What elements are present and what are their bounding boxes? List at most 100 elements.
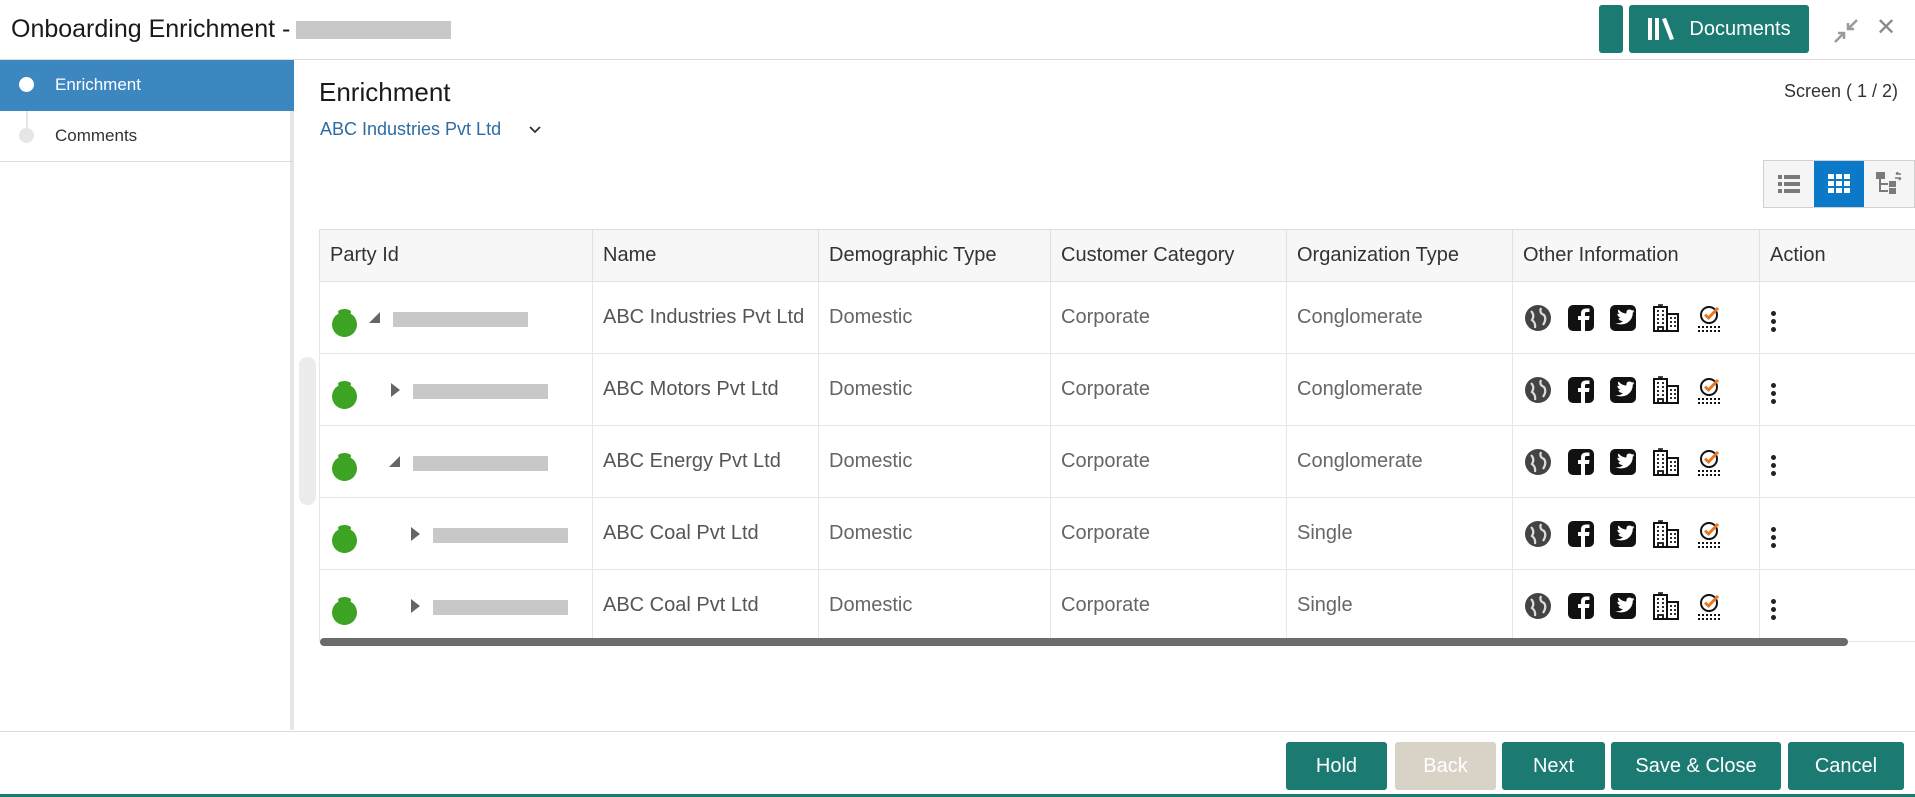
- customer-category-cell: Corporate: [1050, 569, 1287, 642]
- column-header-organization-type[interactable]: Organization Type: [1286, 229, 1513, 282]
- column-header-action[interactable]: Action: [1759, 229, 1915, 282]
- other-information-cell: [1512, 569, 1760, 642]
- twitter-icon[interactable]: [1609, 448, 1637, 476]
- column-header-other-information[interactable]: Other Information: [1512, 229, 1760, 282]
- horizontal-scrollbar[interactable]: [320, 638, 1848, 646]
- list-view-button[interactable]: [1764, 161, 1814, 207]
- kebab-menu-icon[interactable]: [1771, 596, 1779, 623]
- footer: Hold Back Next Save & Close Cancel: [0, 731, 1915, 797]
- kebab-menu-icon[interactable]: [1771, 524, 1779, 551]
- globe-icon[interactable]: [1523, 447, 1553, 477]
- kebab-menu-icon[interactable]: [1771, 380, 1779, 407]
- save-close-button[interactable]: Save & Close: [1611, 742, 1781, 790]
- globe-icon[interactable]: [1523, 519, 1553, 549]
- back-button[interactable]: Back: [1395, 742, 1496, 790]
- redacted-party-id: [393, 312, 528, 327]
- table-row[interactable]: ABC Motors Pvt Ltd Domestic Corporate Congl…: [319, 353, 1915, 426]
- customer-category-cell: Corporate: [1050, 281, 1287, 354]
- sidebar-collapse-handle[interactable]: [299, 357, 316, 505]
- minimize-icon[interactable]: [1833, 18, 1859, 44]
- twitter-icon[interactable]: [1609, 592, 1637, 620]
- close-icon[interactable]: ✕: [1876, 16, 1896, 40]
- status-badge: [332, 309, 357, 337]
- tree-expand-icon[interactable]: [388, 382, 402, 398]
- documents-label: Documents: [1689, 17, 1791, 40]
- checklist-icon[interactable]: [1695, 447, 1725, 477]
- facebook-icon[interactable]: [1567, 376, 1595, 404]
- sidebar-item-label: Comments: [55, 126, 138, 145]
- hold-button[interactable]: Hold: [1286, 742, 1387, 790]
- redacted-party-id: [433, 528, 568, 543]
- twitter-icon[interactable]: [1609, 520, 1637, 548]
- facebook-icon[interactable]: [1567, 448, 1595, 476]
- action-cell: [1759, 425, 1915, 498]
- step-indicator-icon: [19, 77, 34, 92]
- action-cell: [1759, 353, 1915, 426]
- tree-expand-icon[interactable]: [408, 598, 422, 614]
- hierarchy-view-button[interactable]: [1864, 161, 1914, 207]
- tree-collapse-icon[interactable]: [368, 310, 382, 326]
- checklist-icon[interactable]: [1695, 303, 1725, 333]
- checklist-icon[interactable]: [1695, 519, 1725, 549]
- table-row[interactable]: ABC Industries Pvt Ltd Domestic Corporate C…: [319, 281, 1915, 354]
- organization-type-cell: Single: [1286, 569, 1513, 642]
- sidebar-item-enrichment[interactable]: Enrichment: [0, 60, 294, 111]
- table-row[interactable]: ABC Energy Pvt Ltd Domestic Corporate Congl…: [319, 425, 1915, 498]
- library-icon: [1648, 18, 1675, 40]
- building-icon[interactable]: [1651, 591, 1681, 621]
- column-header-name[interactable]: Name: [592, 229, 819, 282]
- cancel-button[interactable]: Cancel: [1788, 742, 1904, 790]
- name-cell: ABC Industries Pvt Ltd: [592, 281, 819, 354]
- party-id-cell: [319, 497, 593, 570]
- checklist-icon[interactable]: [1695, 375, 1725, 405]
- table-row[interactable]: ABC Coal Pvt Ltd Domestic Corporate Single: [319, 569, 1915, 642]
- screen-indicator: Screen ( 1 / 2): [1783, 81, 1898, 101]
- demographic-type-cell: Domestic: [818, 353, 1051, 426]
- facebook-icon[interactable]: [1567, 520, 1595, 548]
- column-header-customer-category[interactable]: Customer Category: [1050, 229, 1287, 282]
- party-selector-value: ABC Industries Pvt Ltd: [320, 119, 502, 139]
- kebab-menu-icon[interactable]: [1771, 308, 1779, 335]
- tree-expand-icon[interactable]: [408, 526, 422, 542]
- globe-icon[interactable]: [1523, 591, 1553, 621]
- kebab-menu-icon[interactable]: [1771, 452, 1779, 479]
- next-button[interactable]: Next: [1502, 742, 1605, 790]
- party-hierarchy-table: Party Id Name Demographic Type Customer …: [319, 229, 1915, 649]
- status-badge: [332, 381, 357, 409]
- action-cell: [1759, 281, 1915, 354]
- building-icon[interactable]: [1651, 375, 1681, 405]
- twitter-icon[interactable]: [1609, 376, 1637, 404]
- party-selector[interactable]: ABC Industries Pvt Ltd: [320, 119, 541, 140]
- building-icon[interactable]: [1651, 303, 1681, 333]
- header-action-button[interactable]: [1599, 5, 1623, 53]
- demographic-type-cell: Domestic: [818, 425, 1051, 498]
- name-cell: ABC Energy Pvt Ltd: [592, 425, 819, 498]
- column-header-party-id[interactable]: Party Id: [319, 229, 593, 282]
- building-icon[interactable]: [1651, 447, 1681, 477]
- documents-button[interactable]: Documents: [1629, 5, 1809, 53]
- sidebar-item-comments[interactable]: Comments: [0, 111, 294, 162]
- checklist-icon[interactable]: [1695, 591, 1725, 621]
- globe-icon[interactable]: [1523, 303, 1553, 333]
- party-id-cell: [319, 281, 593, 354]
- demographic-type-cell: Domestic: [818, 281, 1051, 354]
- twitter-icon[interactable]: [1609, 304, 1637, 332]
- name-cell: ABC Motors Pvt Ltd: [592, 353, 819, 426]
- grid-icon: [1828, 174, 1850, 193]
- tree-collapse-icon[interactable]: [388, 454, 402, 470]
- grid-view-button[interactable]: [1814, 161, 1864, 207]
- sidebar-item-label: Enrichment: [55, 75, 141, 94]
- column-header-demographic-type[interactable]: Demographic Type: [818, 229, 1051, 282]
- redacted-customer-name: [296, 21, 452, 40]
- action-cell: [1759, 569, 1915, 642]
- facebook-icon[interactable]: [1567, 304, 1595, 332]
- status-badge: [332, 525, 357, 553]
- redacted-party-id: [433, 600, 568, 615]
- globe-icon[interactable]: [1523, 375, 1553, 405]
- facebook-icon[interactable]: [1567, 592, 1595, 620]
- other-information-cell: [1512, 425, 1760, 498]
- customer-category-cell: Corporate: [1050, 497, 1287, 570]
- hierarchy-icon: [1876, 172, 1902, 194]
- table-row[interactable]: ABC Coal Pvt Ltd Domestic Corporate Single: [319, 497, 1915, 570]
- building-icon[interactable]: [1651, 519, 1681, 549]
